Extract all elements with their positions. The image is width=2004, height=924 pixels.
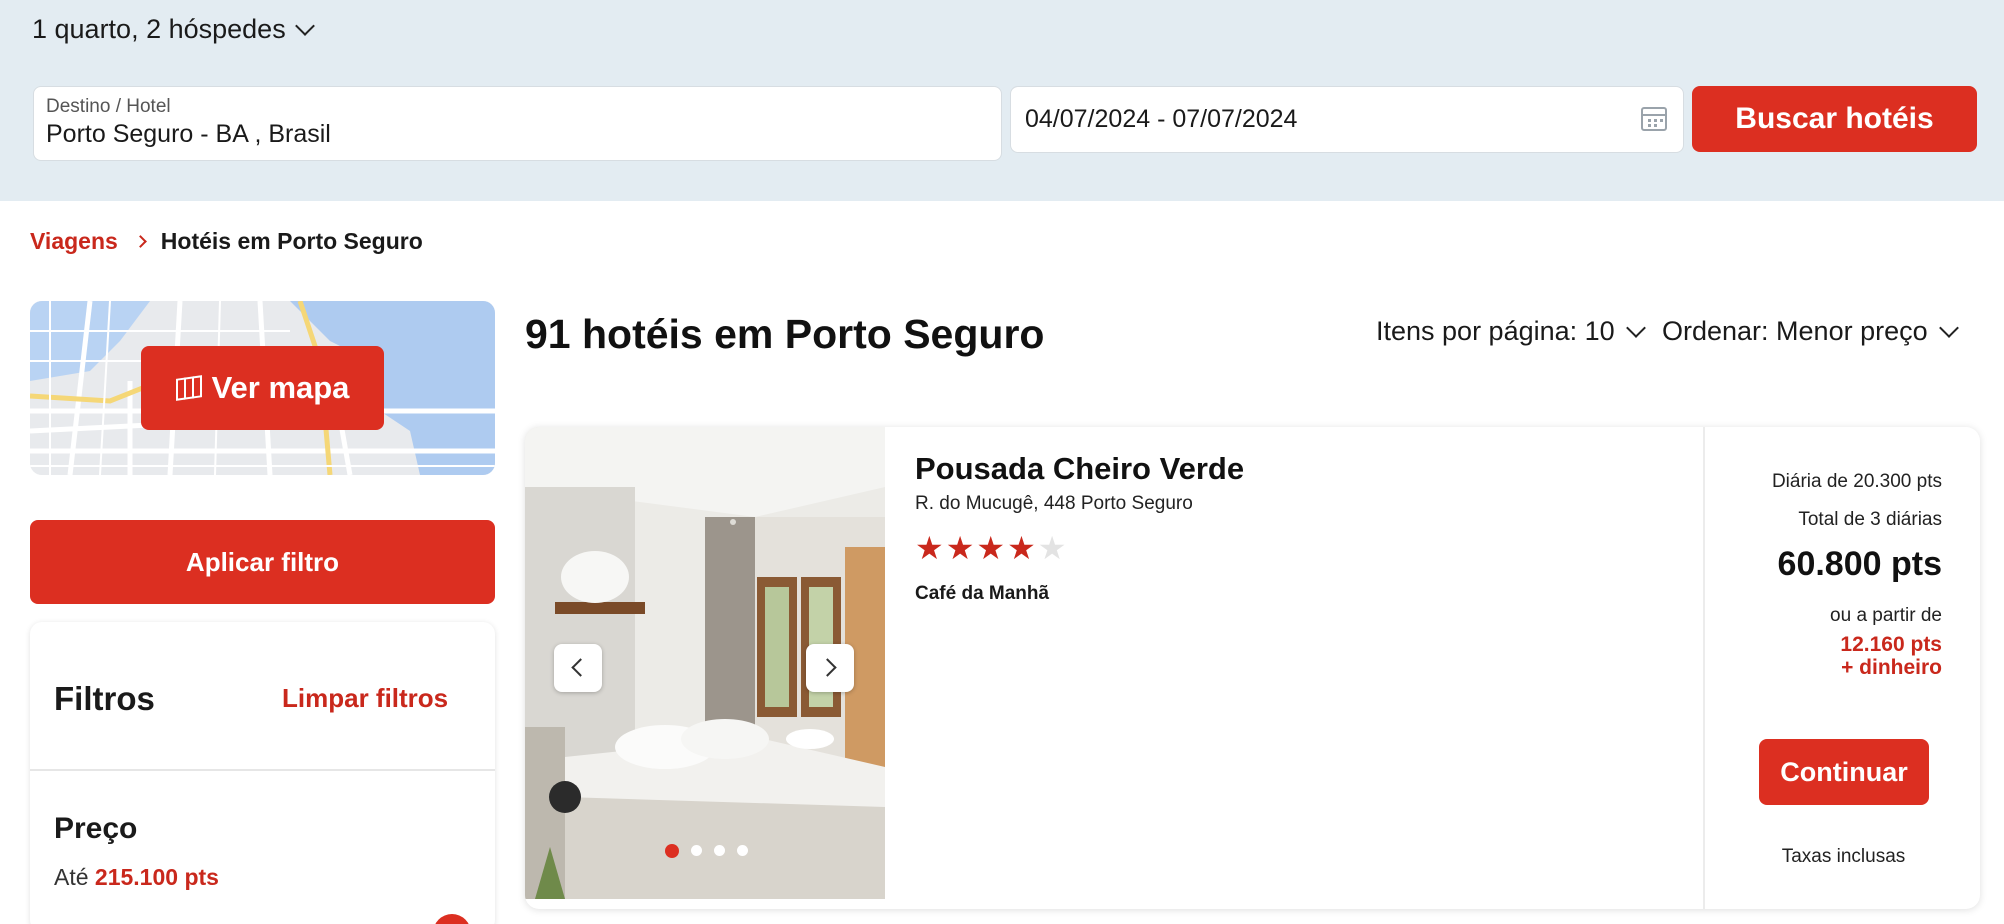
search-area: 1 quarto, 2 hóspedes Destino / Hotel Por… bbox=[0, 0, 2004, 201]
map-preview[interactable]: Ver mapa bbox=[30, 301, 495, 475]
filters-title: Filtros bbox=[54, 680, 155, 717]
daily-rate: Diária de 20.300 pts bbox=[1771, 471, 1942, 492]
filters-divider bbox=[30, 769, 495, 771]
star-filled-icon: ★ bbox=[1007, 530, 1036, 566]
guests-selector[interactable]: 1 quarto, 2 hóspedes bbox=[32, 14, 315, 45]
points-plus-cash: 12.160 pts + dinheiro bbox=[1840, 633, 1942, 679]
date-range-field[interactable]: 04/07/2024 - 07/07/2024 bbox=[1010, 86, 1684, 153]
date-range-input[interactable]: 04/07/2024 - 07/07/2024 bbox=[1025, 105, 1297, 134]
total-nights: Total de 3 diárias bbox=[1798, 509, 1942, 530]
star-filled-icon: ★ bbox=[976, 530, 1006, 566]
hotel-info: Pousada Cheiro Verde R. do Mucugê, 448 P… bbox=[915, 451, 1244, 605]
photo-dot[interactable] bbox=[691, 845, 702, 856]
previous-photo-button[interactable] bbox=[554, 644, 602, 692]
price-upto-amount: 215.100 pts bbox=[94, 864, 219, 890]
calendar-icon[interactable] bbox=[1641, 107, 1667, 131]
photo-dot[interactable] bbox=[737, 845, 748, 856]
star-rating: ★ ★ ★ ★ ★ bbox=[915, 531, 1244, 565]
price-filter-title: Preço bbox=[54, 812, 138, 845]
guests-label: 1 quarto, 2 hóspedes bbox=[32, 14, 286, 44]
breadcrumb-travel-link[interactable]: Viagens bbox=[30, 228, 118, 255]
total-points: 60.800 pts bbox=[1777, 545, 1942, 583]
destination-field[interactable]: Destino / Hotel Porto Seguro - BA , Bras… bbox=[33, 86, 1002, 161]
chevron-right-icon bbox=[818, 658, 837, 677]
chevron-left-icon bbox=[571, 658, 590, 677]
continue-button[interactable]: Continuar bbox=[1759, 739, 1929, 805]
or-from-label: ou a partir de bbox=[1830, 605, 1942, 626]
next-photo-button[interactable] bbox=[806, 644, 854, 692]
sort-label: Ordenar: Menor preço bbox=[1662, 316, 1928, 346]
price-slider-handle[interactable] bbox=[433, 914, 471, 924]
hotel-address: R. do Mucugê, 448 Porto Seguro bbox=[915, 493, 1193, 514]
star-filled-icon: ★ bbox=[915, 530, 944, 566]
photo-dot[interactable] bbox=[714, 845, 725, 856]
sort-dropdown[interactable]: Ordenar: Menor preço bbox=[1662, 316, 1959, 347]
view-map-button[interactable]: Ver mapa bbox=[141, 346, 384, 430]
chevron-down-icon bbox=[1625, 317, 1646, 338]
search-hotels-button[interactable]: Buscar hotéis bbox=[1692, 86, 1977, 152]
chevron-down-icon bbox=[1938, 317, 1959, 338]
hotel-photo-carousel[interactable] bbox=[525, 427, 885, 899]
items-per-page-dropdown[interactable]: Itens por página: 10 bbox=[1376, 316, 1646, 347]
mixed-cash: + dinheiro bbox=[1841, 656, 1942, 679]
price-filter-value: Até 215.100 pts bbox=[54, 864, 219, 891]
breadcrumb: Viagens Hotéis em Porto Seguro bbox=[30, 228, 423, 255]
star-empty-icon: ★ bbox=[1037, 530, 1067, 566]
destination-input[interactable]: Porto Seguro - BA , Brasil bbox=[46, 120, 331, 149]
filters-panel: Filtros Limpar filtros Preço Até 215.100… bbox=[30, 622, 495, 924]
price-panel: Diária de 20.300 pts Total de 3 diárias … bbox=[1703, 427, 1980, 909]
chevron-right-icon bbox=[133, 235, 147, 248]
hotel-name[interactable]: Pousada Cheiro Verde bbox=[915, 451, 1244, 487]
star-filled-icon: ★ bbox=[945, 530, 975, 566]
photo-dot[interactable] bbox=[665, 844, 679, 858]
hotel-card: Pousada Cheiro Verde R. do Mucugê, 448 P… bbox=[525, 427, 1980, 909]
apply-filter-button[interactable]: Aplicar filtro bbox=[30, 520, 495, 604]
breadcrumb-current: Hotéis em Porto Seguro bbox=[160, 228, 423, 254]
chevron-down-icon bbox=[294, 15, 315, 36]
taxes-note: Taxas inclusas bbox=[1781, 846, 1906, 867]
photo-indicator bbox=[665, 844, 748, 858]
mixed-points: 12.160 pts bbox=[1840, 633, 1942, 656]
clear-filters-link[interactable]: Limpar filtros bbox=[282, 683, 448, 714]
amenity-breakfast: Café da Manhã bbox=[915, 583, 1050, 604]
destination-label: Destino / Hotel bbox=[46, 96, 171, 117]
view-map-label: Ver mapa bbox=[211, 370, 350, 405]
map-icon bbox=[175, 375, 202, 401]
price-upto-prefix: Até bbox=[54, 864, 89, 890]
results-title: 91 hotéis em Porto Seguro bbox=[525, 311, 1045, 357]
items-per-page-label: Itens por página: 10 bbox=[1376, 316, 1615, 346]
